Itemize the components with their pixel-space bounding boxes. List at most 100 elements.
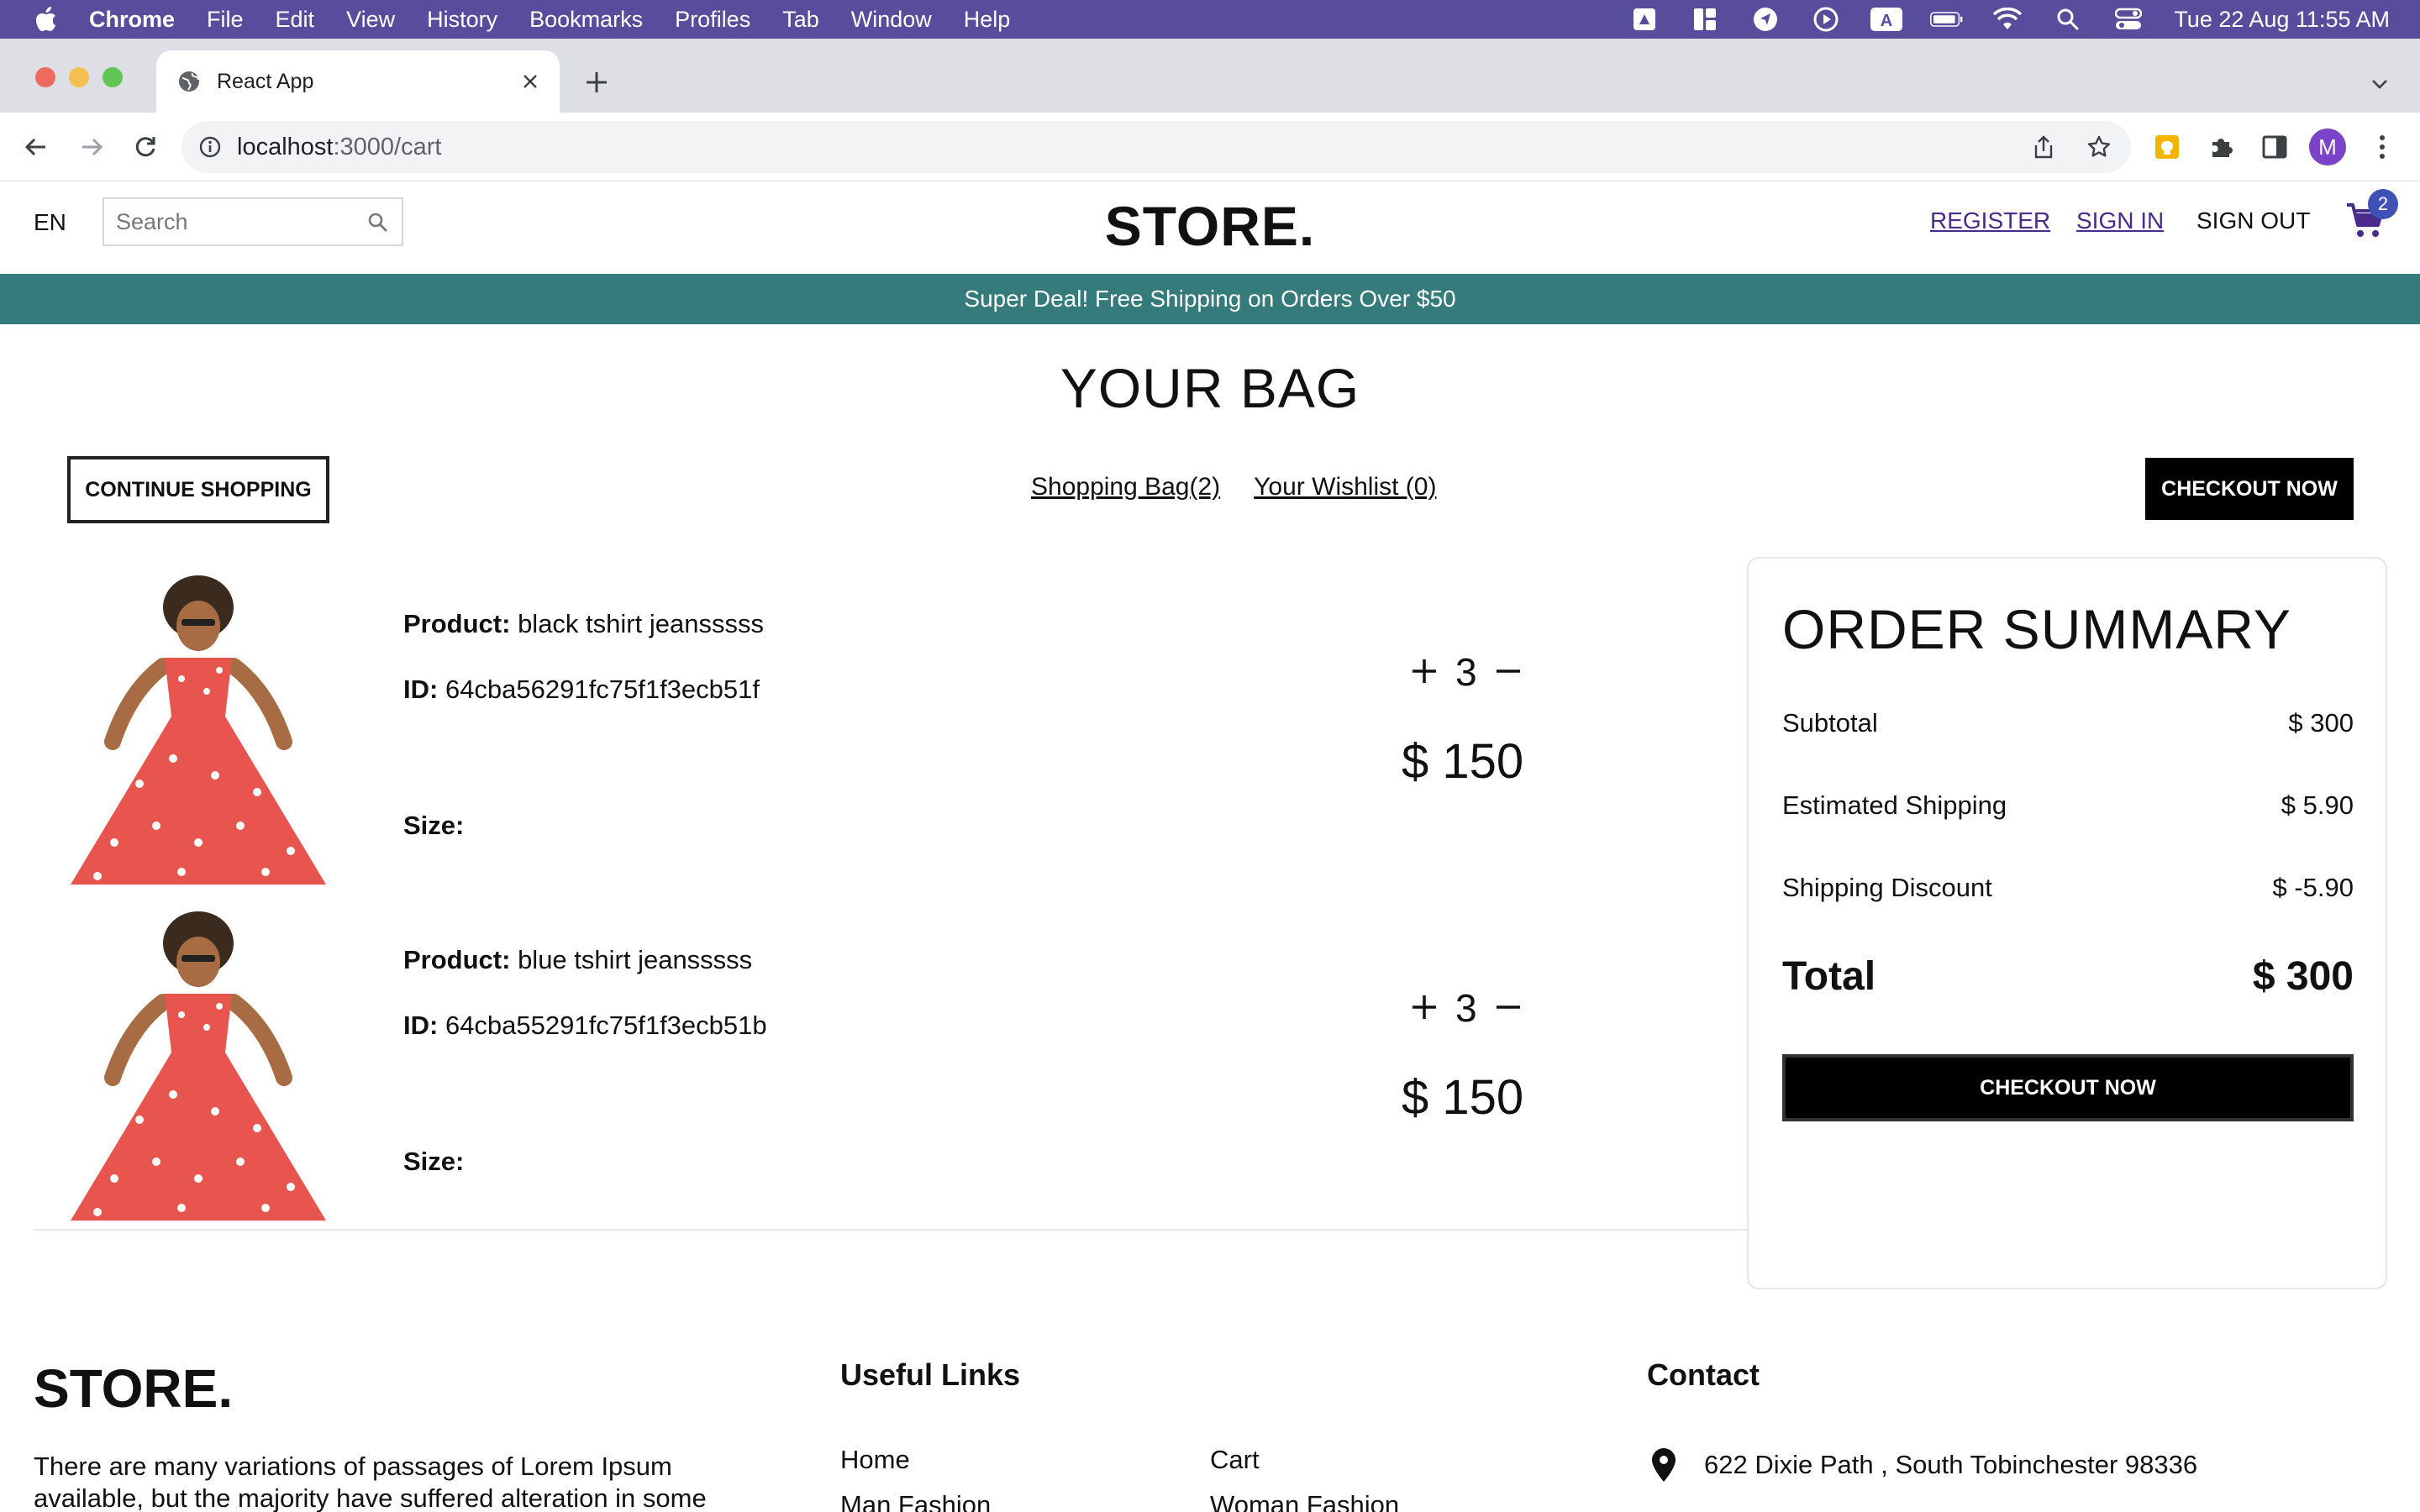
back-arrow-icon[interactable]	[17, 128, 55, 166]
site-info-icon[interactable]	[193, 130, 227, 164]
url-text[interactable]: localhost:3000/cart	[237, 134, 441, 161]
summary-value: $ -5.90	[2272, 873, 2354, 902]
extensions-puzzle-icon[interactable]	[2202, 128, 2240, 166]
drive-icon[interactable]	[1628, 0, 1661, 39]
apple-menu-icon[interactable]	[34, 7, 59, 32]
summary-value: $ 5.90	[2281, 790, 2354, 820]
url-path: :3000/cart	[333, 133, 442, 160]
share-icon[interactable]	[2025, 129, 2062, 165]
product-name: black tshirt jeansssss	[518, 609, 764, 638]
summary-row-subtotal: Subtotal $ 300	[1782, 708, 2354, 738]
profile-avatar[interactable]: M	[2309, 129, 2346, 165]
product-price: $ 150	[1402, 734, 1524, 789]
address-bar[interactable]: localhost:3000/cart	[182, 121, 2131, 173]
product-size-line: Size:	[403, 811, 464, 841]
footer-link-man-fashion[interactable]: Man Fashion	[840, 1490, 991, 1512]
window-minimize-button[interactable]	[69, 67, 89, 87]
search-icon[interactable]	[366, 211, 390, 234]
size-label: Size:	[403, 1147, 465, 1176]
language-selector[interactable]: EN	[34, 209, 66, 236]
menu-profiles[interactable]: Profiles	[675, 7, 750, 33]
menu-view[interactable]: View	[346, 7, 395, 33]
search-input[interactable]	[116, 208, 360, 235]
dashboard-icon[interactable]	[1688, 0, 1722, 39]
checkout-now-button[interactable]: CHECKOUT NOW	[1782, 1054, 2354, 1121]
forward-arrow-icon[interactable]	[72, 128, 111, 166]
product-id-line: ID: 64cba56291fc75f1f3ecb51f	[403, 675, 760, 705]
new-tab-plus-icon[interactable]	[580, 66, 613, 99]
quantity-stepper: 3	[1402, 985, 1531, 1031]
browser-tab-active[interactable]: React App	[156, 50, 560, 113]
product-size-line: Size:	[403, 1147, 464, 1177]
cart-top-links: Shopping Bag(2) Your Wishlist (0)	[1031, 473, 1470, 501]
menu-history[interactable]: History	[427, 7, 497, 33]
menu-window[interactable]: Window	[851, 7, 932, 33]
product-price: $ 150	[1402, 1070, 1524, 1125]
location-pin-icon	[1647, 1446, 1681, 1483]
tab-search-chevron-icon[interactable]	[2365, 69, 2395, 99]
menu-tab[interactable]: Tab	[782, 7, 819, 33]
navigation-icon[interactable]	[1749, 0, 1782, 39]
summary-label: Estimated Shipping	[1782, 790, 2007, 820]
total-value: $ 300	[2252, 954, 2354, 999]
total-label: Total	[1782, 954, 1876, 999]
play-icon[interactable]	[1809, 0, 1843, 39]
contact-address: 622 Dixie Path , South Tobinchester 9833…	[1647, 1446, 2197, 1483]
product-name-line: Product: black tshirt jeansssss	[403, 609, 764, 639]
sign-in-link[interactable]: SIGN IN	[2076, 207, 2164, 234]
menu-app-name[interactable]: Chrome	[89, 7, 175, 33]
product-name-line: Product: blue tshirt jeansssss	[403, 945, 752, 975]
minus-icon[interactable]	[1494, 649, 1523, 695]
size-label: Size:	[403, 811, 465, 840]
window-zoom-button[interactable]	[103, 67, 123, 87]
tab-title: React App	[217, 69, 314, 93]
footer-description: There are many variations of passages of…	[34, 1452, 707, 1512]
minus-icon[interactable]	[1494, 985, 1523, 1031]
battery-icon[interactable]	[1930, 0, 1964, 39]
tab-close-icon[interactable]	[516, 67, 544, 96]
summary-label: Subtotal	[1782, 708, 1878, 738]
cart-button[interactable]: 2	[2344, 189, 2398, 248]
control-center-icon[interactable]	[2112, 0, 2145, 39]
store-logo[interactable]: STORE.	[1105, 195, 1316, 257]
menu-edit[interactable]: Edit	[276, 7, 315, 33]
summary-row-discount: Shipping Discount $ -5.90	[1782, 873, 2354, 903]
side-panel-icon[interactable]	[2255, 128, 2294, 166]
bookmark-star-icon[interactable]	[2081, 129, 2118, 165]
footer-link-home[interactable]: Home	[840, 1445, 910, 1475]
footer-link-cart[interactable]: Cart	[1210, 1445, 1260, 1475]
wifi-icon[interactable]	[1991, 0, 2024, 39]
keep-extension-icon[interactable]	[2148, 128, 2186, 166]
menubar-clock[interactable]: Tue 22 Aug 11:55 AM	[2174, 7, 2390, 33]
checkout-now-top-button[interactable]: CHECKOUT NOW	[2145, 458, 2354, 520]
menu-file[interactable]: File	[207, 7, 244, 33]
footer-logo[interactable]: STORE.	[34, 1357, 233, 1420]
continue-shopping-button[interactable]: CONTINUE SHOPPING	[67, 456, 329, 523]
product-image[interactable]	[47, 910, 358, 1229]
shopping-bag-link[interactable]: Shopping Bag(2)	[1031, 473, 1220, 501]
page-title: YOUR BAG	[1060, 357, 1360, 419]
url-host: localhost	[237, 133, 334, 160]
product-id-line: ID: 64cba55291fc75f1f3ecb51b	[403, 1011, 767, 1041]
spotlight-search-icon[interactable]	[2051, 0, 2085, 39]
keyboard-a-icon[interactable]: A	[1870, 0, 1903, 39]
window-close-button[interactable]	[35, 67, 55, 87]
product-id: 64cba56291fc75f1f3ecb51f	[445, 675, 760, 704]
footer-link-woman-fashion[interactable]: Woman Fashion	[1210, 1490, 1399, 1512]
browser-toolbar: localhost:3000/cart M	[0, 113, 2420, 181]
sign-out-link[interactable]: SIGN OUT	[2196, 207, 2310, 234]
product-image[interactable]	[47, 574, 358, 893]
plus-icon[interactable]	[1410, 985, 1439, 1031]
more-menu-icon[interactable]	[2363, 128, 2402, 166]
wishlist-link[interactable]: Your Wishlist (0)	[1254, 473, 1436, 501]
quantity-stepper: 3	[1402, 649, 1531, 695]
register-link[interactable]: REGISTER	[1930, 207, 2050, 234]
product-label: Product:	[403, 945, 511, 974]
menu-bookmarks[interactable]: Bookmarks	[529, 7, 643, 33]
plus-icon[interactable]	[1410, 649, 1439, 695]
store-header: EN STORE. REGISTER SIGN IN SIGN OUT 2	[0, 182, 2420, 273]
reload-icon[interactable]	[126, 128, 165, 166]
summary-label: Shipping Discount	[1782, 873, 1992, 902]
address-text: 622 Dixie Path , South Tobinchester 9833…	[1704, 1450, 2198, 1479]
menu-help[interactable]: Help	[964, 7, 1011, 33]
